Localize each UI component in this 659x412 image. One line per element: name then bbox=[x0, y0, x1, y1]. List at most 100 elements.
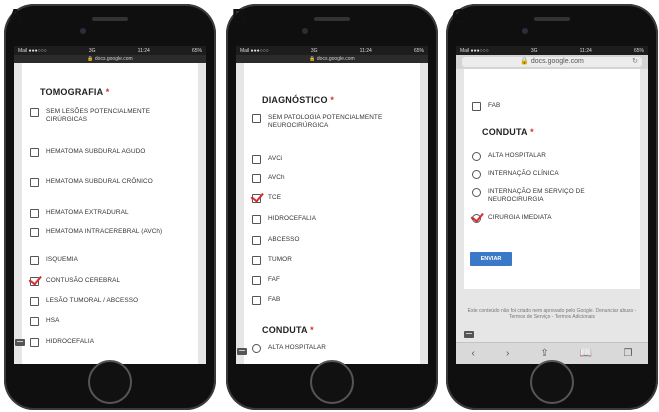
radio-icon[interactable] bbox=[472, 188, 481, 197]
checkbox-icon[interactable] bbox=[30, 256, 39, 265]
network: 3G bbox=[88, 47, 96, 54]
checkbox-icon[interactable] bbox=[30, 148, 39, 157]
bookmarks-icon[interactable]: 📖 bbox=[580, 348, 592, 359]
submit-button[interactable]: ENVIAR bbox=[470, 252, 512, 266]
time: 11:24 bbox=[579, 47, 592, 54]
section-title-tomografia: TOMOGRAFIA * bbox=[40, 87, 110, 97]
checkbox-icon[interactable] bbox=[252, 174, 261, 183]
checkbox-icon[interactable] bbox=[30, 297, 39, 306]
form-card: DIAGNÓSTICO * CONDUTA * bbox=[244, 63, 420, 364]
checkbox-icon[interactable] bbox=[252, 236, 261, 245]
checkbox-option[interactable]: TUMOR bbox=[252, 256, 386, 265]
checkbox-option[interactable]: ISQUEMIA bbox=[30, 256, 164, 265]
lock-icon: 🔒 bbox=[87, 56, 94, 62]
forward-icon[interactable]: › bbox=[506, 348, 509, 359]
checkbox-icon[interactable] bbox=[30, 317, 39, 326]
checkbox-option[interactable]: ABCESSO bbox=[252, 236, 386, 245]
reload-icon[interactable]: ↻ bbox=[632, 57, 638, 67]
front-camera bbox=[302, 28, 308, 34]
speaker bbox=[92, 17, 128, 21]
carrier: Mail ●●●○○○ bbox=[240, 47, 269, 54]
checkbox-icon[interactable] bbox=[252, 276, 261, 285]
panel-label-b: B bbox=[232, 6, 247, 28]
checkbox-option[interactable]: HIDROCEFALIA bbox=[30, 338, 164, 347]
share-icon[interactable]: ⇪ bbox=[540, 348, 548, 359]
radio-icon[interactable] bbox=[472, 170, 481, 179]
checkbox-option[interactable]: AVCi bbox=[252, 155, 386, 164]
time: 11:24 bbox=[359, 47, 372, 54]
radio-option[interactable]: ALTA HOSPITALAR bbox=[252, 344, 386, 353]
radio-checked-icon[interactable] bbox=[472, 214, 481, 223]
checkbox-option[interactable]: AVCh bbox=[252, 174, 386, 183]
network: 3G bbox=[310, 47, 318, 54]
checkbox-option[interactable]: HEMATOMA EXTRADURAL bbox=[30, 209, 164, 218]
radio-option[interactable]: INTERNAÇÃO EM SERVIÇO DE NEUROCIRURGIA bbox=[472, 188, 606, 204]
time: 11:24 bbox=[137, 47, 150, 54]
url-bar[interactable]: 🔒 docs.google.com bbox=[14, 55, 206, 63]
lock-icon: 🔒 bbox=[309, 56, 316, 62]
front-camera bbox=[522, 28, 528, 34]
lock-icon: 🔒 bbox=[520, 58, 529, 65]
url-text: docs.google.com bbox=[530, 58, 584, 65]
speaker bbox=[534, 17, 570, 21]
phone-a: Mail ●●●○○○ 3G 11:24 65% 🔒 docs.google.c… bbox=[4, 4, 216, 410]
checkbox-option[interactable]: SEM PATOLOGIA POTENCIALMENTE NEUROCIRÚRG… bbox=[252, 114, 386, 130]
checkbox-option[interactable]: HEMATOMA SUBDURAL CRÔNICO bbox=[30, 178, 164, 187]
address-field[interactable]: 🔒 docs.google.com ↻ bbox=[462, 57, 642, 67]
status-bar: Mail ●●●○○○ 3G 11:24 65% bbox=[236, 46, 428, 55]
checkbox-icon[interactable] bbox=[30, 338, 39, 347]
checkbox-icon[interactable] bbox=[472, 102, 481, 111]
checkbox-option[interactable]: HSA bbox=[30, 317, 164, 326]
battery: 65% bbox=[191, 47, 202, 54]
tabs-icon[interactable]: ❐ bbox=[623, 348, 632, 359]
network: 3G bbox=[530, 47, 538, 54]
radio-icon[interactable] bbox=[472, 152, 481, 161]
back-icon[interactable]: ‹ bbox=[472, 348, 475, 359]
section-title-diagnostico: DIAGNÓSTICO * bbox=[262, 95, 335, 105]
home-button[interactable] bbox=[310, 360, 354, 404]
checkbox-icon[interactable] bbox=[252, 296, 261, 305]
battery: 65% bbox=[633, 47, 644, 54]
checkbox-option[interactable]: FAF bbox=[252, 276, 386, 285]
radio-option[interactable]: INTERNAÇÃO CLÍNICA bbox=[472, 170, 606, 179]
checkbox-option[interactable]: HEMATOMA INTRACEREBRAL (AVCh) bbox=[30, 228, 164, 237]
panel-label-a: A bbox=[8, 6, 23, 28]
report-flag-icon[interactable] bbox=[237, 348, 247, 355]
radio-option[interactable]: ALTA HOSPITALAR bbox=[472, 152, 606, 161]
url-bar[interactable]: 🔒 docs.google.com ↻ bbox=[456, 55, 648, 69]
panel-label-c: C bbox=[452, 6, 467, 28]
checkbox-option[interactable]: FAB bbox=[472, 102, 606, 111]
phone-b: Mail ●●●○○○ 3G 11:24 65% 🔒 docs.google.c… bbox=[226, 4, 438, 410]
home-button[interactable] bbox=[88, 360, 132, 404]
checkbox-option[interactable]: HIDROCEFALIA bbox=[252, 215, 386, 224]
checkbox-icon[interactable] bbox=[252, 114, 261, 123]
checkbox-option[interactable]: TCE bbox=[252, 194, 386, 203]
checkbox-option[interactable]: FAB bbox=[252, 296, 386, 305]
report-flag-icon[interactable] bbox=[15, 339, 25, 346]
status-bar: Mail ●●●○○○ 3G 11:24 65% bbox=[14, 46, 206, 55]
checkbox-icon[interactable] bbox=[252, 215, 261, 224]
report-flag-icon[interactable] bbox=[464, 331, 474, 338]
checkbox-icon[interactable] bbox=[30, 228, 39, 237]
checkbox-option[interactable]: LESÃO TUMORAL / ABCESSO bbox=[30, 297, 164, 306]
checkbox-option[interactable]: CONTUSÃO CEREBRAL bbox=[30, 277, 164, 286]
checkbox-icon[interactable] bbox=[252, 256, 261, 265]
checkbox-checked-icon[interactable] bbox=[30, 277, 39, 286]
status-bar: Mail ●●●○○○ 3G 11:24 65% bbox=[456, 46, 648, 55]
section-title-conduta: CONDUTA * bbox=[482, 127, 534, 137]
url-text: docs.google.com bbox=[316, 56, 355, 62]
checkbox-icon[interactable] bbox=[30, 108, 39, 117]
battery: 65% bbox=[413, 47, 424, 54]
checkbox-icon[interactable] bbox=[30, 209, 39, 218]
screen-a: Mail ●●●○○○ 3G 11:24 65% 🔒 docs.google.c… bbox=[14, 46, 206, 364]
checkbox-option[interactable]: SEM LESÕES POTENCIALMENTE CIRÚRGICAS bbox=[30, 108, 164, 124]
checkbox-icon[interactable] bbox=[252, 155, 261, 164]
checkbox-checked-icon[interactable] bbox=[252, 194, 261, 203]
home-button[interactable] bbox=[530, 360, 574, 404]
speaker bbox=[314, 17, 350, 21]
url-bar[interactable]: 🔒 docs.google.com bbox=[236, 55, 428, 63]
radio-icon[interactable] bbox=[252, 344, 261, 353]
checkbox-option[interactable]: HEMATOMA SUBDURAL AGUDO bbox=[30, 148, 164, 157]
radio-option[interactable]: CIRURGIA IMEDIATA bbox=[472, 214, 606, 223]
checkbox-icon[interactable] bbox=[30, 178, 39, 187]
